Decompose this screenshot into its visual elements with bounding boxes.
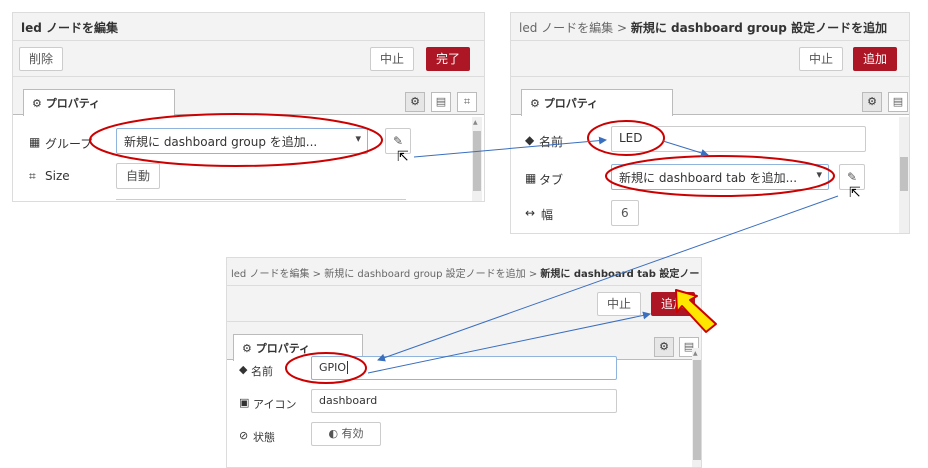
ban-icon: ⊘ xyxy=(239,429,249,442)
name-input[interactable]: GPIO xyxy=(311,356,617,380)
gear-icon[interactable]: ⚙ xyxy=(654,337,674,357)
cancel-button[interactable]: 中止 xyxy=(370,47,415,71)
size-button[interactable]: 自動 xyxy=(116,163,161,189)
cancel-button[interactable]: 中止 xyxy=(799,47,844,71)
panel-header: led ノードを編集 xyxy=(13,13,484,41)
panel-title: led ノードを編集 xyxy=(21,21,119,35)
scrollbar[interactable] xyxy=(899,117,909,233)
chevron-down-icon: ▾ xyxy=(355,132,361,145)
state-toggle-button[interactable]: ◐ 有効 xyxy=(311,422,381,446)
breadcrumb[interactable]: led ノードを編集 > 新規に dashboard group 設定ノードを追… xyxy=(231,269,540,280)
toolbar: 中止 追加 xyxy=(511,41,909,77)
breadcrumb[interactable]: led ノードを編集 > xyxy=(519,21,631,35)
tab-properties[interactable]: ⚙ プロパティ xyxy=(521,89,673,116)
tab-row: ⚙ プロパティ ⚙ ▤ ⌗ xyxy=(13,77,484,116)
mouse-cursor-icon: ⇱ xyxy=(397,149,409,165)
image-icon: ▣ xyxy=(239,396,250,409)
width-button[interactable]: 6 xyxy=(611,200,639,226)
delete-button[interactable]: 削除 xyxy=(19,47,64,71)
description-icon[interactable]: ▤ xyxy=(888,92,908,112)
scrollbar[interactable]: ▲ xyxy=(472,117,482,201)
tab-row: ⚙ プロパティ ⚙ ▤ xyxy=(511,77,909,116)
state-value: 有効 xyxy=(341,427,364,440)
panel-title: 新規に dashboard group 設定ノードを追加 xyxy=(630,21,888,35)
scrollbar-thumb[interactable] xyxy=(473,131,481,191)
panel-title: 新規に dashboard tab 設定ノードを追加 xyxy=(540,269,701,280)
add-button[interactable]: 追加 xyxy=(853,47,898,71)
text-caret xyxy=(347,361,349,374)
panel-header: led ノードを編集 > 新規に dashboard group 設定ノードを追… xyxy=(227,258,701,286)
size-icon: ⌗ xyxy=(29,169,36,183)
width-label: 幅 xyxy=(541,208,554,222)
tab-select[interactable]: 新規に dashboard tab を追加... ▾ xyxy=(611,164,829,190)
gear-icon[interactable]: ⚙ xyxy=(405,92,425,112)
toolbar: 削除 中止 完了 xyxy=(13,41,484,77)
scrollbar-thumb[interactable] xyxy=(900,157,908,191)
name-input-value: LED xyxy=(619,131,643,145)
add-button[interactable]: 追加 xyxy=(651,292,696,316)
add-dashboard-tab-panel: led ノードを編集 > 新規に dashboard group 設定ノードを追… xyxy=(226,257,702,468)
tab-field-label: タブ xyxy=(539,173,564,187)
group-select[interactable]: 新規に dashboard group を追加... ▾ xyxy=(116,128,368,154)
width-icon: ↔ xyxy=(525,206,536,220)
toolbar: 中止 追加 xyxy=(227,286,701,322)
icon-input[interactable]: dashboard xyxy=(311,389,617,413)
name-label: 名前 xyxy=(251,365,273,378)
edit-led-node-panel: led ノードを編集 削除 中止 完了 ⚙ プロパティ ⚙ ▤ ⌗ ▦ グループ… xyxy=(12,12,485,202)
mouse-cursor-icon: ⇱ xyxy=(849,185,861,201)
chevron-down-icon: ▾ xyxy=(816,168,822,181)
group-label: グループ xyxy=(45,137,93,151)
tab-select-value: 新規に dashboard tab を追加... xyxy=(619,171,798,185)
name-input-value: GPIO xyxy=(319,361,347,374)
name-input[interactable]: LED xyxy=(611,126,866,152)
group-select-value: 新規に dashboard group を追加... xyxy=(124,135,318,149)
tab-row: ⚙ プロパティ ⚙ ▤ xyxy=(227,322,701,361)
description-icon[interactable]: ▤ xyxy=(431,92,451,112)
scrollbar[interactable]: ▲ xyxy=(692,348,701,467)
cancel-button[interactable]: 中止 xyxy=(597,292,642,316)
appearance-icon[interactable]: ⌗ xyxy=(457,92,477,112)
icon-label: アイコン xyxy=(253,398,297,411)
scrollbar-thumb[interactable] xyxy=(693,360,701,460)
done-button[interactable]: 完了 xyxy=(426,47,471,71)
icon-input-value: dashboard xyxy=(319,394,378,407)
add-dashboard-group-panel: led ノードを編集 > 新規に dashboard group 設定ノードを追… xyxy=(510,12,910,234)
size-label: Size xyxy=(45,169,70,183)
gear-icon[interactable]: ⚙ xyxy=(862,92,882,112)
panel-header: led ノードを編集 > 新規に dashboard group 設定ノードを追… xyxy=(511,13,909,41)
state-label: 状態 xyxy=(253,431,275,444)
tag-icon: ◆ xyxy=(525,133,535,147)
tag-icon: ◆ xyxy=(239,363,248,376)
name-label: 名前 xyxy=(539,135,564,149)
tab-table-icon: ▦ xyxy=(525,171,537,185)
tab-properties[interactable]: ⚙ プロパティ xyxy=(23,89,175,116)
group-table-icon: ▦ xyxy=(29,135,41,149)
toggle-on-icon: ◐ xyxy=(328,427,342,440)
